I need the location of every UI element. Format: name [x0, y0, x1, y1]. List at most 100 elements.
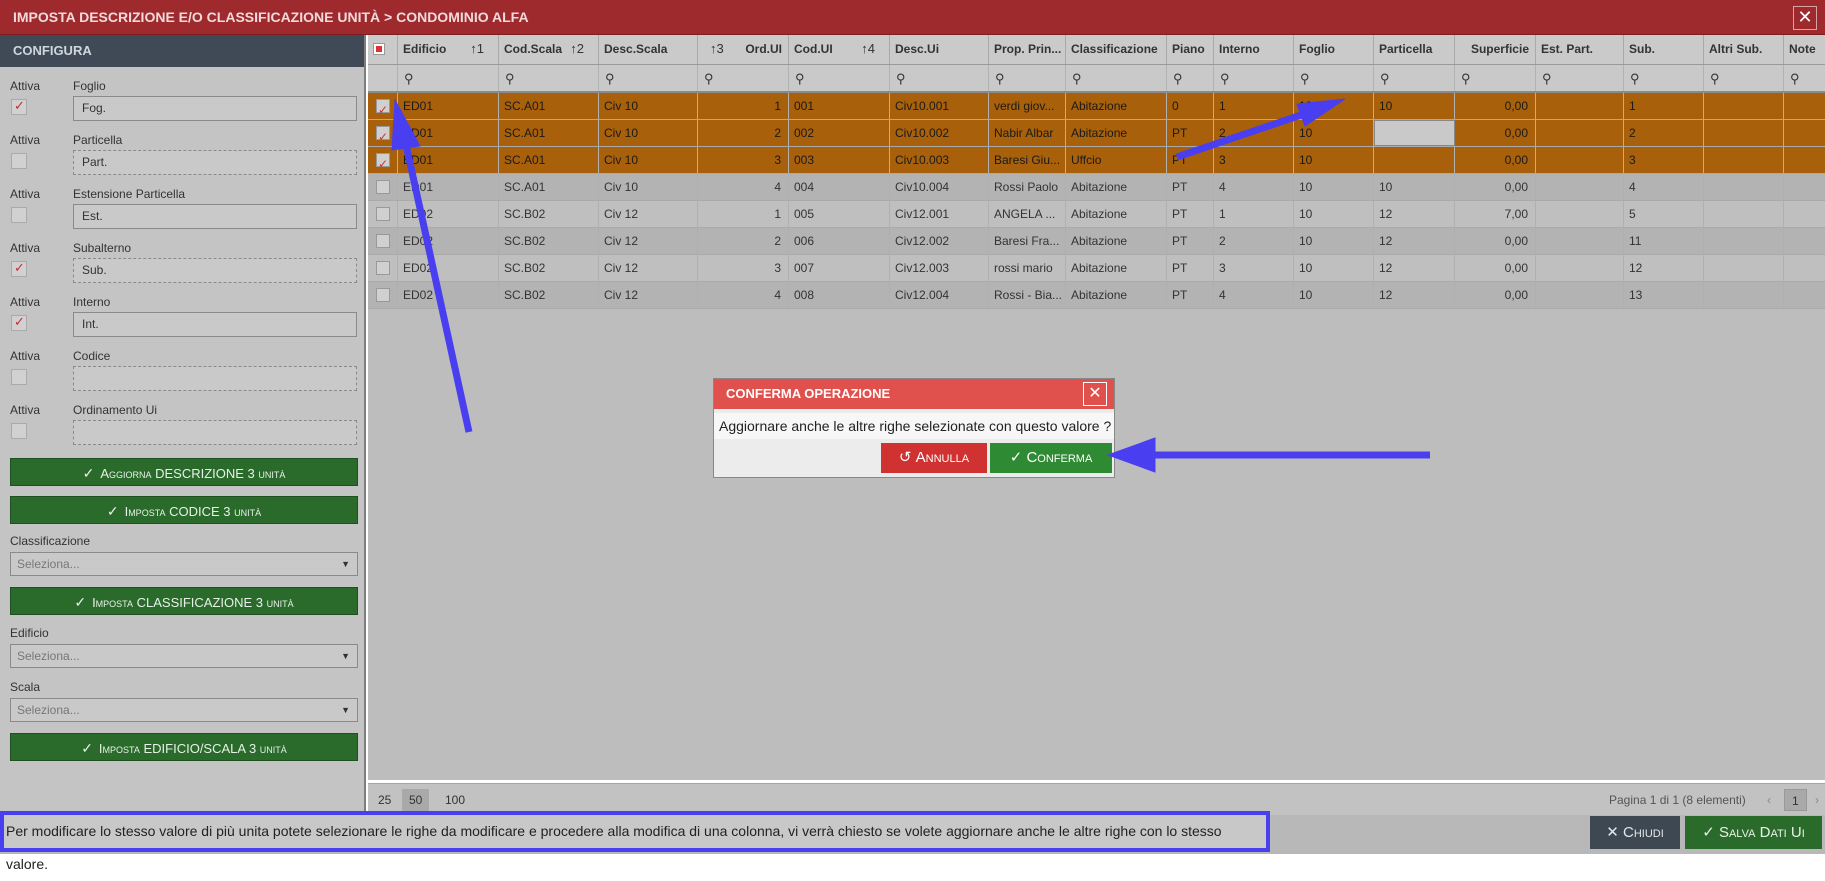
table-cell[interactable]: [1784, 93, 1825, 119]
row-checkbox[interactable]: [376, 97, 390, 119]
table-cell[interactable]: SC.B02: [499, 282, 599, 308]
table-cell[interactable]: [1704, 282, 1784, 308]
column-header[interactable]: Superficie: [1455, 35, 1536, 64]
table-cell[interactable]: 10: [1294, 201, 1374, 227]
table-row[interactable]: ED01SC.A01Civ 101001Civ10.001verdi giov.…: [368, 93, 1825, 120]
table-cell[interactable]: 10: [1294, 147, 1374, 173]
filter-cell[interactable]: ⚲: [989, 65, 1066, 91]
table-cell[interactable]: 3: [698, 147, 789, 173]
table-cell[interactable]: 0,00: [1455, 174, 1536, 200]
table-row[interactable]: ED02 SC.B02 Civ 12 4 008 Civ12.004 Rossi - Bia…: [368, 282, 1825, 309]
table-cell[interactable]: Rossi Paolo: [989, 174, 1066, 200]
filter-cell[interactable]: ⚲: [1784, 65, 1825, 91]
table-cell[interactable]: 4: [1214, 282, 1294, 308]
column-header[interactable]: Particella: [1374, 35, 1455, 64]
table-cell[interactable]: 001: [789, 93, 890, 119]
table-cell[interactable]: 0,00: [1455, 228, 1536, 254]
table-cell[interactable]: 0,00: [1455, 282, 1536, 308]
classification-select[interactable]: Seleziona... ▼: [10, 552, 358, 576]
table-cell[interactable]: 0: [1167, 93, 1214, 119]
table-cell[interactable]: 002: [789, 120, 890, 146]
table-cell[interactable]: [1784, 228, 1825, 254]
filter-cell[interactable]: ⚲: [789, 65, 890, 91]
table-cell[interactable]: [1704, 201, 1784, 227]
table-cell[interactable]: 004: [789, 174, 890, 200]
table-cell[interactable]: Civ 12: [599, 201, 698, 227]
table-cell[interactable]: [1374, 120, 1455, 146]
row-checkbox[interactable]: [376, 288, 390, 302]
column-header[interactable]: Desc.Scala: [599, 35, 698, 64]
table-cell[interactable]: PT: [1167, 147, 1214, 173]
table-cell[interactable]: [1784, 174, 1825, 200]
table-cell[interactable]: [1704, 255, 1784, 281]
table-cell[interactable]: 12: [1374, 201, 1455, 227]
table-cell[interactable]: 4: [698, 282, 789, 308]
set-code-button[interactable]: ✓ Imposta CODICE 3 unità: [10, 496, 358, 524]
column-header[interactable]: Note: [1784, 35, 1825, 64]
table-cell[interactable]: 1: [1624, 93, 1704, 119]
active-checkbox[interactable]: [11, 98, 27, 115]
table-cell[interactable]: 0,00: [1455, 255, 1536, 281]
page-size-25[interactable]: 25: [371, 789, 398, 811]
page-size-100[interactable]: 100: [438, 789, 472, 811]
cancel-button[interactable]: ↺ Annulla: [881, 443, 987, 473]
close-button[interactable]: ✕ Chiudi: [1590, 816, 1680, 849]
table-cell[interactable]: rossi mario: [989, 255, 1066, 281]
table-cell[interactable]: Baresi Giu...: [989, 147, 1066, 173]
next-page-icon[interactable]: ›: [1808, 789, 1825, 811]
prev-page-icon[interactable]: ‹: [1760, 789, 1778, 811]
column-header[interactable]: Edificio ↑1: [398, 35, 499, 64]
table-cell[interactable]: ANGELA ...: [989, 201, 1066, 227]
table-cell[interactable]: SC.B02: [499, 255, 599, 281]
table-cell[interactable]: SC.A01: [499, 93, 599, 119]
table-cell[interactable]: 1: [698, 93, 789, 119]
table-cell[interactable]: [1704, 228, 1784, 254]
table-cell[interactable]: [1374, 147, 1455, 173]
table-row[interactable]: ED02 SC.B02 Civ 12 3 007 Civ12.003 rossi mario…: [368, 255, 1825, 282]
table-cell[interactable]: [1784, 282, 1825, 308]
active-checkbox[interactable]: [11, 314, 27, 331]
table-cell[interactable]: 006: [789, 228, 890, 254]
table-cell[interactable]: PT: [1167, 201, 1214, 227]
table-cell[interactable]: Abitazione: [1066, 255, 1167, 281]
table-cell[interactable]: PT: [1167, 174, 1214, 200]
column-header[interactable]: Interno: [1214, 35, 1294, 64]
filter-cell[interactable]: ⚲: [1536, 65, 1624, 91]
table-cell[interactable]: verdi giov...: [989, 93, 1066, 119]
table-cell[interactable]: [1536, 228, 1624, 254]
row-checkbox[interactable]: [376, 151, 390, 173]
table-cell[interactable]: Civ 10: [599, 93, 698, 119]
table-cell[interactable]: 10: [1294, 93, 1374, 119]
current-page[interactable]: 1: [1784, 789, 1807, 811]
save-button[interactable]: ✓ Salva Dati Ui: [1685, 816, 1822, 849]
table-cell[interactable]: Civ12.001: [890, 201, 989, 227]
table-cell[interactable]: SC.B02: [499, 228, 599, 254]
table-cell[interactable]: 12: [1374, 228, 1455, 254]
table-cell[interactable]: 0,00: [1455, 93, 1536, 119]
table-cell[interactable]: Abitazione: [1066, 228, 1167, 254]
table-row[interactable]: ED02 SC.B02 Civ 12 2 006 Civ12.002 Baresi Fra.…: [368, 228, 1825, 255]
field-input[interactable]: Est.: [73, 204, 357, 229]
table-cell[interactable]: [1536, 93, 1624, 119]
table-cell[interactable]: 12: [1374, 255, 1455, 281]
column-header[interactable]: Cod.UI ↑4: [789, 35, 890, 64]
table-cell[interactable]: [1536, 147, 1624, 173]
table-cell[interactable]: Civ10.004: [890, 174, 989, 200]
table-cell[interactable]: SC.A01: [499, 147, 599, 173]
table-row[interactable]: ED01SC.A01Civ 103003Civ10.003Baresi Giu.…: [368, 147, 1825, 174]
filter-cell[interactable]: ⚲: [398, 65, 499, 91]
active-checkbox[interactable]: [11, 423, 27, 439]
filter-cell[interactable]: ⚲: [1294, 65, 1374, 91]
table-cell[interactable]: PT: [1167, 282, 1214, 308]
table-cell[interactable]: 2: [1624, 120, 1704, 146]
table-cell[interactable]: [1536, 201, 1624, 227]
table-cell[interactable]: 4: [1214, 174, 1294, 200]
table-cell[interactable]: SC.A01: [499, 120, 599, 146]
table-cell[interactable]: 10: [1294, 228, 1374, 254]
column-header[interactable]: Desc.Ui: [890, 35, 989, 64]
filter-cell[interactable]: ⚲: [499, 65, 599, 91]
table-cell[interactable]: 1: [1214, 201, 1294, 227]
table-cell[interactable]: 3: [1214, 147, 1294, 173]
table-cell[interactable]: 2: [1214, 228, 1294, 254]
set-classification-button[interactable]: ✓ Imposta CLASSIFICAZIONE 3 unità: [10, 587, 358, 615]
